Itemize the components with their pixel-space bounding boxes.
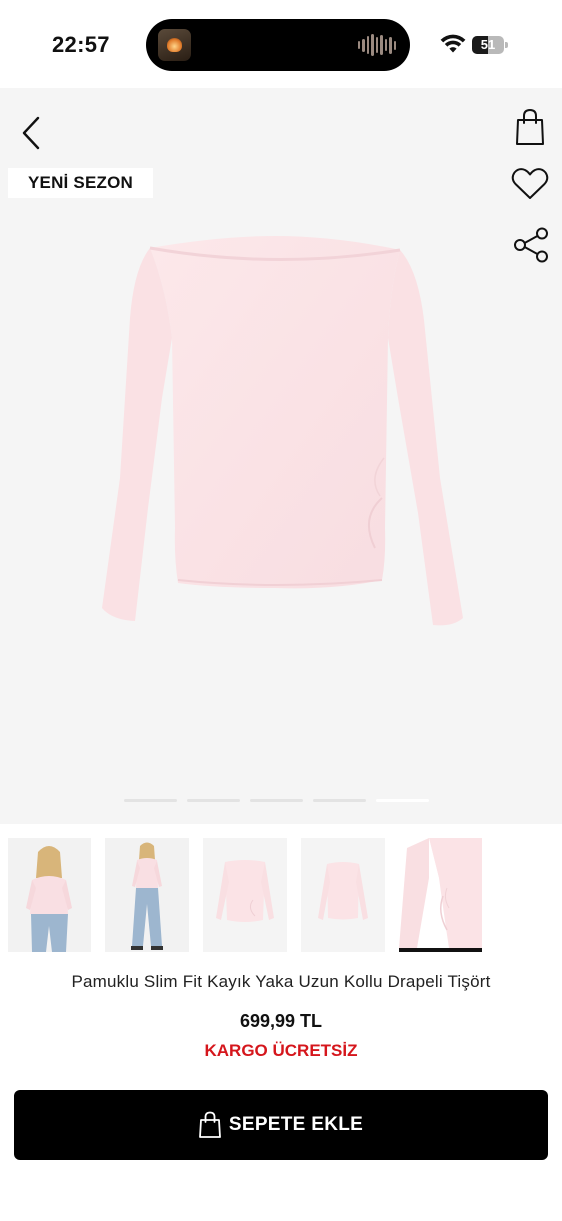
dynamic-island[interactable] — [146, 19, 410, 71]
cart-button[interactable] — [510, 106, 550, 148]
product-price: 699,99 TL — [239, 1011, 323, 1031]
thumbnail-1[interactable] — [8, 838, 91, 952]
thumbnail-strip[interactable] — [0, 838, 562, 952]
thumbnail-flat-back-image — [301, 838, 385, 952]
add-to-cart-button[interactable]: SEPETE EKLE — [14, 1090, 548, 1160]
share-button[interactable] — [510, 224, 552, 266]
pagination-dot[interactable] — [313, 799, 366, 802]
product-title: Pamuklu Slim Fit Kayık Yaka Uzun Kollu D… — [71, 972, 491, 991]
thumbnail-model-front-image — [8, 838, 91, 952]
thumbnail-4[interactable] — [301, 838, 385, 952]
chevron-left-icon — [22, 116, 40, 150]
image-pagination-dots — [124, 799, 429, 802]
status-time: 22:57 — [52, 32, 110, 57]
shopping-bag-icon — [516, 108, 544, 145]
thumbnail-model-full-image — [105, 838, 189, 952]
thumbnail-2[interactable] — [105, 838, 189, 952]
new-season-badge: YENİ SEZON — [8, 168, 153, 198]
audio-waveform-icon — [357, 34, 396, 56]
battery-percent: 51 — [480, 37, 496, 52]
pagination-dot[interactable] — [187, 799, 240, 802]
pagination-dot[interactable] — [250, 799, 303, 802]
now-playing-artwork — [158, 29, 191, 61]
free-shipping-label: KARGO ÜCRETSİZ — [204, 1041, 358, 1060]
status-bar: 22:57 51 — [0, 0, 562, 88]
thumbnail-3[interactable] — [203, 838, 287, 952]
shopping-bag-icon — [198, 1111, 221, 1138]
add-to-cart-label: SEPETE EKLE — [228, 1114, 364, 1135]
pagination-dot[interactable] — [124, 799, 177, 802]
share-icon — [514, 227, 548, 263]
battery-icon: 51 — [472, 36, 508, 54]
thumbnail-detail-closeup-image — [399, 838, 482, 952]
pagination-dot[interactable] — [376, 799, 429, 802]
product-main-image[interactable] — [90, 228, 470, 638]
thumbnail-flat-front-image — [203, 838, 287, 952]
wifi-icon — [440, 34, 466, 53]
heart-icon — [511, 168, 549, 199]
thumbnail-5[interactable] — [399, 838, 482, 952]
favorite-button[interactable] — [508, 164, 552, 204]
back-button[interactable] — [14, 112, 48, 154]
